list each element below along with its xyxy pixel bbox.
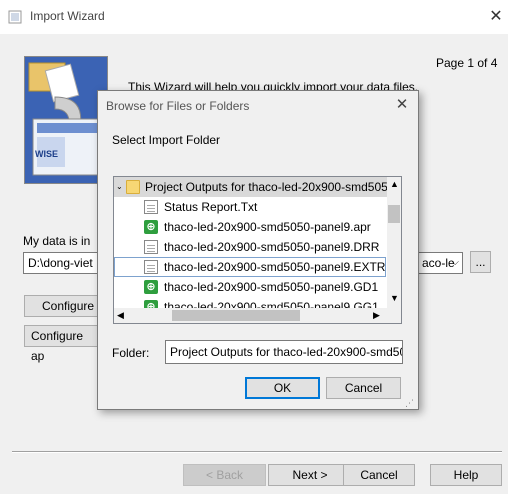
page-indicator: Page 1 of 4: [436, 56, 498, 70]
vertical-scroll-thumb[interactable]: [388, 205, 400, 223]
scroll-corner: [387, 308, 401, 323]
folder-input[interactable]: Project Outputs for thaco-led-20x900-smd…: [165, 340, 403, 364]
close-icon[interactable]: ✕: [392, 95, 412, 115]
horizontal-scroll-thumb[interactable]: [172, 310, 300, 321]
svg-text:WISE: WISE: [35, 149, 58, 159]
tree-item-label: thaco-led-20x900-smd5050-panel9.GG1: [164, 300, 379, 308]
browse-button[interactable]: ...: [470, 251, 491, 273]
resize-grip-icon[interactable]: ⋰: [405, 398, 414, 409]
green-file-icon: ⊕: [144, 280, 158, 294]
help-button[interactable]: Help: [430, 464, 502, 486]
horizontal-scrollbar[interactable]: ◀ ▶: [114, 308, 387, 323]
tree-item[interactable]: ⊕ thaco-led-20x900-smd5050-panel9.GG1: [114, 297, 388, 308]
tree-item-label: Project Outputs for thaco-led-20x900-smd…: [145, 180, 388, 194]
tree-item-label: thaco-led-20x900-smd5050-panel9.EXTREP: [164, 260, 386, 274]
tree-item-root[interactable]: ⌄ Project Outputs for thaco-led-20x900-s…: [114, 177, 388, 197]
configure-button[interactable]: Configure: [24, 295, 100, 317]
back-button[interactable]: < Back: [183, 464, 266, 486]
app-icon: [8, 10, 22, 24]
tree-item[interactable]: ⊕ thaco-led-20x900-smd5050-panel9.apr: [114, 217, 388, 237]
window-title: Import Wizard: [30, 9, 105, 23]
data-type-value: aco-le: [422, 256, 455, 270]
tree-item-label: thaco-led-20x900-smd5050-panel9.apr: [164, 220, 371, 234]
cancel-button[interactable]: Cancel: [343, 464, 415, 486]
vertical-scrollbar[interactable]: ▲ ▼: [387, 177, 401, 308]
tree-item-selected[interactable]: thaco-led-20x900-smd5050-panel9.EXTREP: [114, 257, 386, 277]
file-icon: [144, 200, 158, 214]
dialog-cancel-button[interactable]: Cancel: [326, 377, 401, 399]
close-icon[interactable]: ✕: [486, 6, 506, 28]
bottom-separator: [12, 451, 502, 453]
dialog-instruction: Select Import Folder: [112, 133, 221, 147]
scroll-up-icon[interactable]: ▲: [390, 179, 399, 189]
next-button[interactable]: Next >: [268, 464, 352, 486]
tree-item[interactable]: thaco-led-20x900-smd5050-panel9.DRR: [114, 237, 388, 257]
folder-icon: [126, 180, 140, 194]
ok-button[interactable]: OK: [245, 377, 320, 399]
chevron-down-icon: ⌵: [451, 257, 459, 268]
file-icon: [144, 240, 158, 254]
browse-dialog: Browse for Files or Folders ✕ Select Imp…: [97, 90, 419, 410]
wizard-image: WISE: [24, 56, 108, 184]
tree-item-label: thaco-led-20x900-smd5050-panel9.DRR: [164, 240, 380, 254]
tree-item-label: Status Report.Txt: [164, 200, 258, 214]
data-type-combo[interactable]: aco-le ⌵: [417, 252, 463, 274]
folder-tree[interactable]: ⌄ Project Outputs for thaco-led-20x900-s…: [113, 176, 402, 324]
tree-item[interactable]: ⊕ thaco-led-20x900-smd5050-panel9.GD1: [114, 277, 388, 297]
expand-icon[interactable]: ⌄: [116, 177, 123, 197]
green-file-icon: ⊕: [144, 220, 158, 234]
file-icon: [144, 260, 158, 274]
configure-ap-button[interactable]: Configure ap: [24, 325, 100, 363]
data-location-label: My data is in: [23, 234, 91, 248]
dialog-title: Browse for Files or Folders: [106, 99, 250, 113]
scroll-down-icon[interactable]: ▼: [390, 293, 399, 303]
tree-item-label: thaco-led-20x900-smd5050-panel9.GD1: [164, 280, 379, 294]
tree-item[interactable]: Status Report.Txt: [114, 197, 388, 217]
green-file-icon: ⊕: [144, 300, 158, 308]
folder-label: Folder:: [112, 346, 150, 360]
data-path-input[interactable]: D:\dong-viet: [23, 252, 103, 274]
scroll-left-icon[interactable]: ◀: [117, 310, 124, 321]
scroll-right-icon[interactable]: ▶: [373, 310, 380, 321]
